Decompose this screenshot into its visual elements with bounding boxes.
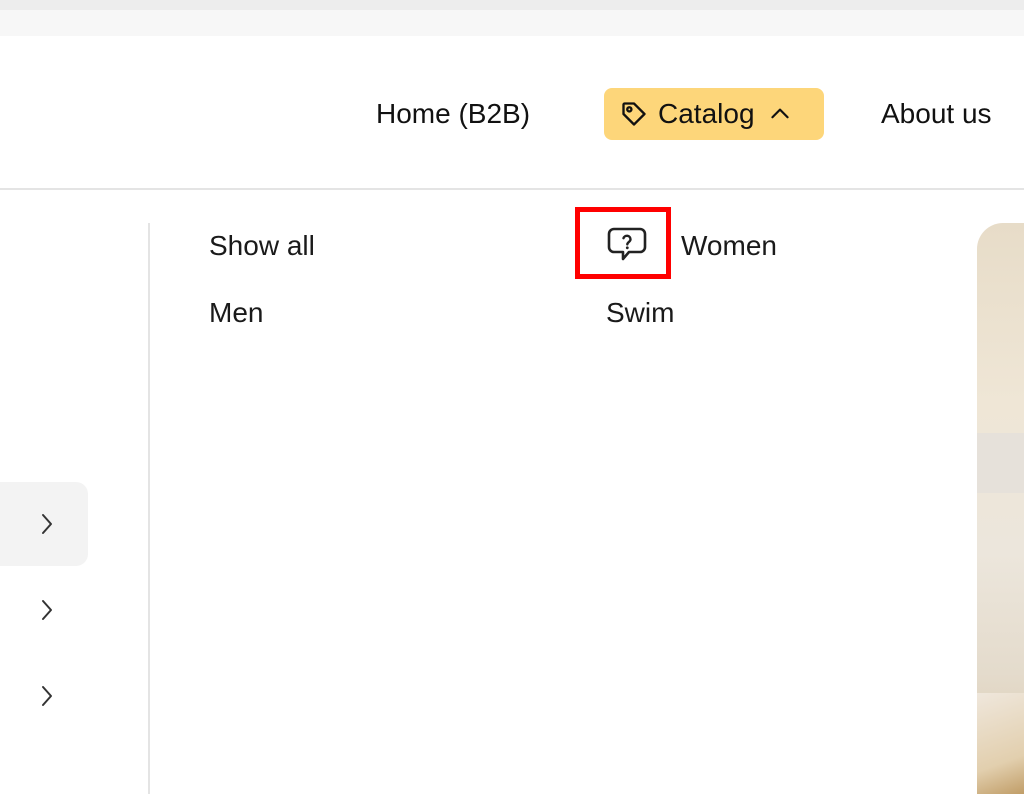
page: Home (B2B) Catalog About us Show all Men… xyxy=(0,0,1024,794)
nav-catalog-button[interactable]: Catalog xyxy=(604,88,824,140)
chevron-right-icon xyxy=(38,511,56,537)
catalog-preview-image xyxy=(977,223,1024,794)
nav-home-label: Home (B2B) xyxy=(376,98,531,129)
help-chat-icon[interactable] xyxy=(605,224,649,266)
dropdown-men-link[interactable]: Men xyxy=(209,296,263,330)
tag-icon xyxy=(620,100,648,128)
column-divider xyxy=(148,223,150,794)
sidebar-row-1[interactable] xyxy=(0,482,88,566)
chevron-up-icon xyxy=(767,101,793,127)
nav-about-label: About us xyxy=(881,98,992,129)
sidebar-row-3[interactable] xyxy=(0,654,88,738)
image-shade xyxy=(977,693,1024,794)
browser-toolbar-strip xyxy=(0,10,1024,36)
dropdown-show-all-link[interactable]: Show all xyxy=(209,229,315,263)
sidebar-row-2[interactable] xyxy=(0,568,88,652)
nav-home-link[interactable]: Home (B2B) xyxy=(376,88,530,140)
chevron-right-icon xyxy=(38,597,56,623)
image-shade xyxy=(977,433,1024,493)
dropdown-women-link[interactable]: Women xyxy=(681,229,777,263)
nav-about-link[interactable]: About us xyxy=(881,88,992,140)
nav-catalog-label: Catalog xyxy=(658,98,755,129)
header-divider xyxy=(0,188,1024,190)
dropdown-swim-link[interactable]: Swim xyxy=(606,296,674,330)
browser-top-strip xyxy=(0,0,1024,10)
chevron-right-icon xyxy=(38,683,56,709)
